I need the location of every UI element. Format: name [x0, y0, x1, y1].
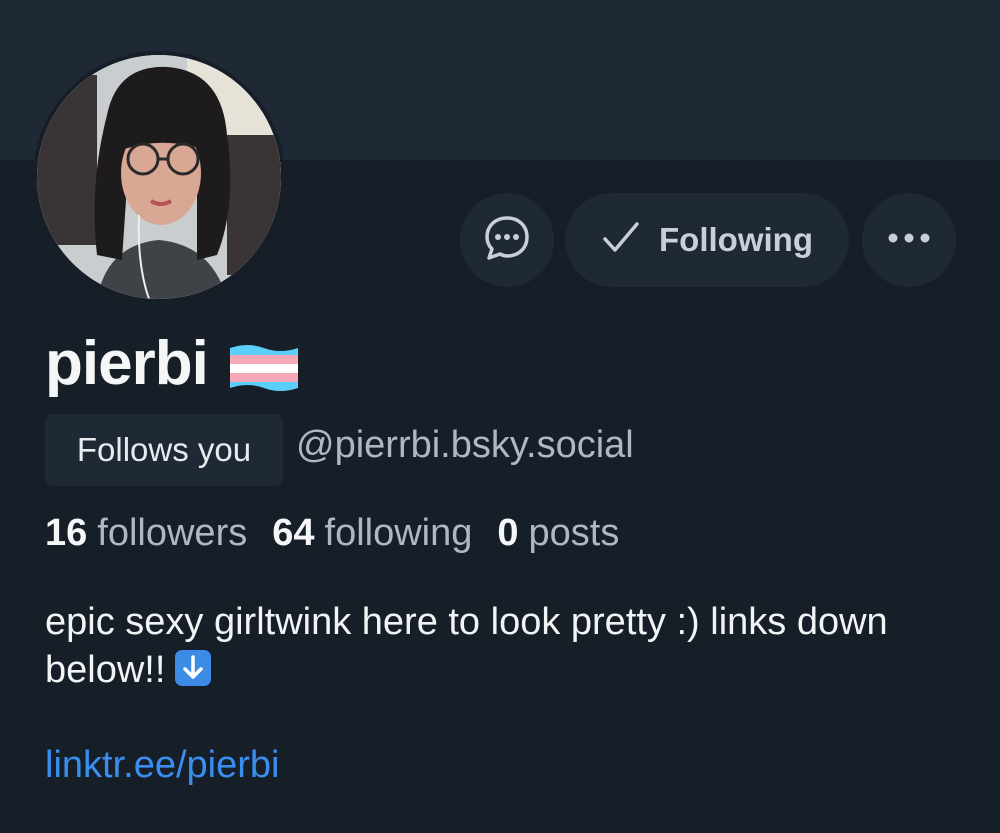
avatar[interactable]	[33, 51, 285, 303]
avatar-photo	[37, 55, 281, 299]
display-name: pierbi	[45, 328, 300, 399]
following-button-label: Following	[659, 221, 813, 258]
posts-label: posts	[528, 512, 620, 554]
following-button[interactable]: Following	[565, 193, 849, 287]
posts-count: 0	[497, 512, 519, 554]
follows-you-label: Follows you	[76, 431, 252, 468]
following-count: 64	[272, 512, 315, 554]
profile-page: Following pierbi Follows you @pierrbi.bs…	[0, 0, 1000, 833]
ellipsis-icon	[887, 231, 931, 249]
bio-link[interactable]: linktr.ee/pierbi	[45, 744, 279, 787]
follows-you-badge: Follows you	[45, 414, 283, 486]
more-options-button[interactable]	[862, 193, 956, 287]
followers-stat[interactable]: 16 followers	[45, 512, 247, 555]
posts-stat: 0 posts	[497, 512, 619, 555]
user-handle: @pierrbi.bsky.social	[296, 424, 634, 466]
profile-stats: 16 followers 64 following 0 posts	[45, 512, 644, 555]
followers-count: 16	[45, 512, 88, 554]
transgender-flag-icon	[228, 338, 300, 391]
bio-text: epic sexy girltwink here to look pretty …	[45, 601, 888, 691]
down-arrow-icon	[175, 650, 212, 686]
profile-bio: epic sexy girltwink here to look pretty …	[45, 598, 965, 694]
followers-label: followers	[97, 512, 248, 554]
following-label: following	[324, 512, 473, 554]
following-stat[interactable]: 64 following	[272, 512, 472, 555]
display-name-text: pierbi	[45, 329, 209, 398]
chat-bubble-icon	[483, 214, 531, 267]
checkmark-icon	[601, 218, 641, 263]
message-button[interactable]	[460, 193, 554, 287]
